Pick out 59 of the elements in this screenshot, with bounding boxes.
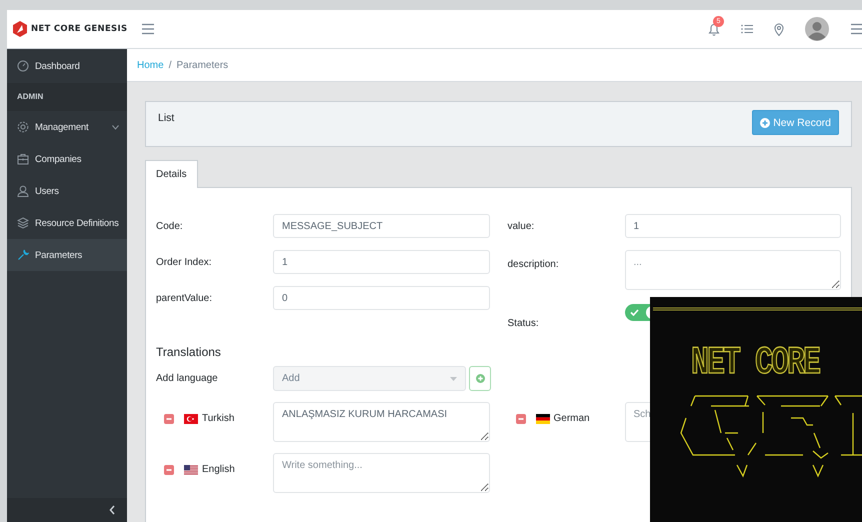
input-field[interactable]: 1 [624,214,841,238]
list-icon[interactable] [741,24,753,34]
tab[interactable]: Details [145,160,198,188]
check-icon [630,309,638,316]
remove-icon[interactable] [164,414,174,424]
avatar-icon[interactable] [805,17,829,41]
sidebar-item[interactable]: Dashboard [7,49,127,83]
field-label: Code: [156,220,184,232]
plus-circle-icon [760,118,770,128]
menu-icon[interactable] [850,23,862,35]
wrench-icon [17,249,29,261]
field-label: Status: [508,318,540,329]
briefcase-icon [17,153,29,165]
menu-icon[interactable] [141,23,156,35]
sidebar-item[interactable]: Companies [7,143,127,175]
text-area[interactable]: Write something... [273,453,490,493]
logo-icon [13,21,27,37]
section-heading: ADMIN [7,83,127,111]
chevron-down-icon [112,124,119,130]
text-area[interactable]: ANLAŞMASIZ KURUM HARCAMASI [273,402,490,442]
field-label: parentValue: [156,292,213,304]
location-pin-icon[interactable] [774,22,784,36]
user-icon [17,185,29,197]
sidebar-item[interactable]: Management [7,111,127,143]
field-label: value: [508,220,536,232]
plus-circle-icon [476,374,484,383]
breadcrumb-current: Parameters [176,60,228,70]
field-label: Add language [156,373,219,384]
banner-title: NET CORE [691,342,820,386]
add-language-button[interactable] [469,366,491,391]
caret-down-icon [450,376,457,380]
flag-stars-stripes-icon [184,464,198,474]
breadcrumb-separator: / [168,60,172,70]
field-label: Order Index: [156,256,213,268]
text-area[interactable]: ... [624,250,841,290]
language-label: English [202,464,235,475]
input-field[interactable]: 1 [273,250,490,274]
language-select[interactable]: Add [273,366,466,391]
language-label: German [554,413,590,424]
sidebar-item[interactable]: Users [7,175,127,207]
language-label: Turkish [202,413,234,424]
bell-icon[interactable] [708,22,720,36]
layers-icon [17,217,29,229]
flag-stripes-icon [536,414,550,424]
sidebar-item[interactable]: Parameters [7,239,127,271]
remove-icon[interactable] [164,464,174,474]
flag-crescent-icon [184,414,198,424]
field-label: description: [508,259,560,270]
gear-icon [17,121,29,133]
gauge-icon [17,60,29,72]
brand-name: NET CORE GENESIS [31,24,128,34]
sidebar-item[interactable]: Resource Definitions [7,207,127,239]
input-field[interactable]: MESSAGE_SUBJECT [273,214,490,238]
chevron-left-icon[interactable] [109,505,115,515]
card-title: List [158,112,174,124]
section-title: Translations [156,345,221,359]
input-field[interactable]: 0 [273,286,490,310]
divider-line-icon [653,307,862,311]
remove-icon[interactable] [516,414,526,424]
